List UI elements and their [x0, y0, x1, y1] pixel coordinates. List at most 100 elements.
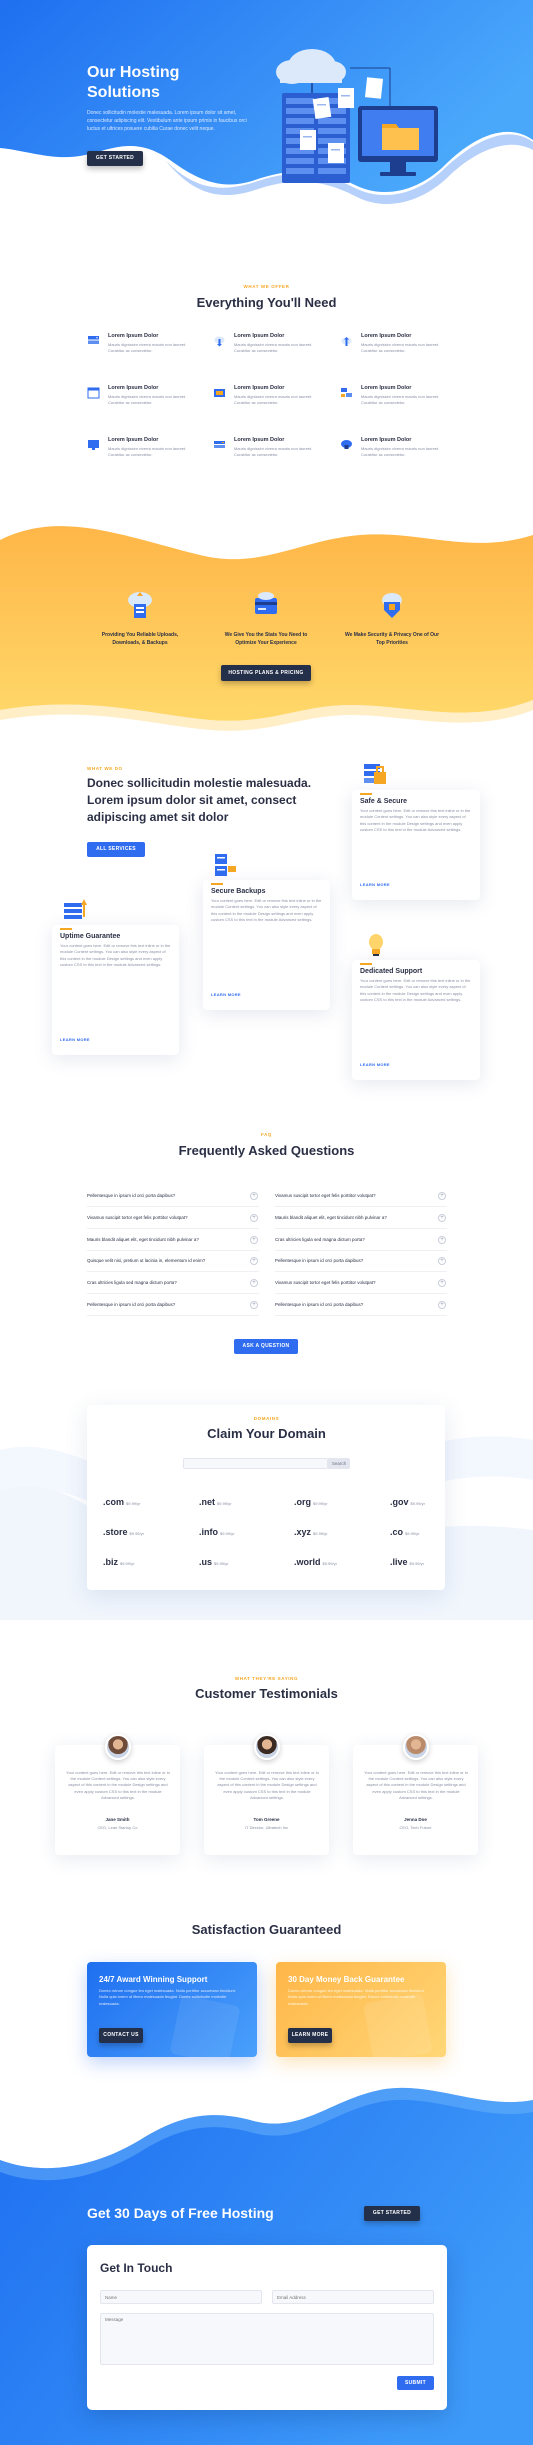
domain-tld[interactable]: .org $9.99/yr [294, 1497, 327, 1507]
testimonial-role: CEO, Lean Startup Co [97, 1825, 138, 1830]
feature-desc: Mauris dignissim viverra mauris non laor… [361, 342, 440, 353]
hero-description: Donec sollicitudin molestie malesuada. L… [87, 110, 247, 132]
hero-background [0, 0, 533, 205]
plus-icon[interactable]: + [438, 1213, 446, 1222]
faq-item[interactable]: Pellentesque in ipsum id orci porta dapi… [87, 1296, 259, 1316]
avatar [403, 1734, 429, 1760]
tld-name: .us [199, 1557, 213, 1567]
about-title: Donec sollicitudin molestie malesuada. L… [87, 776, 312, 824]
faq-item[interactable]: Vivamus suscipit tortor eget felis portt… [87, 1209, 259, 1229]
secure-cloud-icon [378, 590, 406, 629]
plus-icon[interactable]: + [250, 1235, 258, 1244]
faq-item[interactable]: Quisque velit nisi, pretium ut lacinia i… [87, 1252, 259, 1273]
domain-tld[interactable]: .biz $9.99/yr [103, 1557, 134, 1567]
domain-tld[interactable]: .world $9.99/yr [294, 1557, 337, 1567]
all-services-button[interactable]: ALL SERVICES [87, 842, 145, 857]
feature-item: Lorem Ipsum Dolor Mauris dignissim viverr… [340, 437, 445, 471]
testimonial-card: Your content goes here. Edit or remove t… [204, 1734, 329, 1855]
name-field[interactable] [100, 2290, 262, 2304]
tld-price: $9.99/yr [322, 1561, 337, 1566]
domain-tld[interactable]: .live $9.99/yr [390, 1557, 424, 1567]
faq-question: Vivamus suscipit tortor eget felis portt… [87, 1214, 188, 1220]
domain-tld[interactable]: .us $9.99/yr [199, 1557, 228, 1567]
band-item-label: We Give You the Stats You Need to Optimi… [224, 632, 308, 646]
learn-more-link[interactable]: LEARN MORE [60, 1037, 90, 1042]
plus-icon[interactable]: + [438, 1301, 446, 1309]
feature-desc: Mauris dignissim viverra mauris non laor… [108, 446, 187, 457]
service-card-divider [60, 928, 72, 930]
domain-tld[interactable]: .store $9.99/yr [103, 1527, 144, 1537]
tld-price: $9.99/yr [217, 1501, 232, 1506]
learn-more-link[interactable]: LEARN MORE [360, 1062, 390, 1067]
feature-item: Lorem Ipsum Dolor Mauris dignissim viverr… [213, 437, 318, 471]
footer-get-started-button[interactable]: GET STARTED [364, 2206, 420, 2221]
plus-icon[interactable]: + [438, 1192, 446, 1200]
features-title: Everything You'll Need [196, 295, 337, 310]
tld-price: $9.99/yr [126, 1501, 141, 1506]
domain-tld[interactable]: .net $9.99/yr [199, 1497, 231, 1507]
faq-item[interactable]: Cras ultricies ligula sed magna dictum p… [275, 1231, 447, 1251]
plus-icon[interactable]: + [438, 1257, 446, 1266]
faq-item[interactable]: Cras ultricies ligula sed magna dictum p… [87, 1274, 259, 1295]
feature-desc: Mauris dignissim viverra mauris non laor… [234, 394, 313, 405]
feature-desc: Mauris dignissim viverra mauris non laor… [361, 394, 440, 405]
domain-tld[interactable]: .xyz $9.99/yr [294, 1527, 327, 1537]
plus-icon[interactable]: + [438, 1235, 446, 1244]
learn-more-link[interactable]: LEARN MORE [211, 992, 241, 997]
service-card-desc: Your content goes here. Edit or remove t… [360, 808, 471, 832]
plus-icon[interactable]: + [250, 1192, 258, 1200]
domain-tld[interactable]: .gov $9.99/yr [390, 1497, 425, 1507]
feature-title: Lorem Ipsum Dolor [108, 437, 159, 443]
faq-item[interactable]: Pellentesque in ipsum id orci porta dapi… [87, 1187, 259, 1207]
domain-tld[interactable]: .co $9.99/yr [390, 1527, 419, 1537]
plus-icon[interactable]: + [438, 1279, 446, 1288]
testimonial-name: Jenna Doe [404, 1817, 427, 1822]
plus-icon[interactable]: + [250, 1257, 258, 1266]
testimonials-title: Customer Testimonials [195, 1686, 338, 1701]
domain-search-button[interactable]: Search [328, 1458, 350, 1469]
feature-item: Lorem Ipsum Dolor Mauris dignissim viverr… [340, 385, 445, 419]
feature-title: Lorem Ipsum Dolor [234, 385, 285, 391]
message-field[interactable] [100, 2313, 434, 2365]
ask-question-button[interactable]: ASK A QUESTION [234, 1339, 298, 1354]
money-back-card-desc: Donec rutrum congue leo eget malesuada. … [288, 1988, 425, 2006]
feature-title: Lorem Ipsum Dolor [361, 333, 412, 339]
hero-get-started-button[interactable]: GET STARTED [87, 151, 143, 166]
tld-name: .co [390, 1527, 404, 1537]
testimonial-card: Your content goes here. Edit or remove t… [55, 1734, 180, 1855]
cloud-hosting-illustration [276, 49, 438, 183]
plus-icon[interactable]: + [250, 1279, 258, 1288]
tld-price: $9.99/yr [410, 1501, 425, 1506]
guarantee-title: Satisfaction Guaranteed [191, 1922, 342, 1937]
service-card-divider [360, 963, 372, 965]
faq-item[interactable]: Pellentesque in ipsum id orci porta dapi… [275, 1296, 447, 1316]
domain-search-input[interactable] [183, 1458, 328, 1469]
contact-title: Get In Touch [100, 2261, 173, 2275]
faq-item[interactable]: Pellentesque in ipsum id orci porta dapi… [275, 1252, 447, 1273]
faq-item[interactable]: Mauris blandit aliquet elit, eget tincid… [275, 1209, 447, 1229]
feature-item: Lorem Ipsum Dolor Mauris dignissim viverr… [87, 437, 192, 471]
testimonial-text: Your content goes here. Edit or remove t… [364, 1770, 468, 1800]
domain-tld[interactable]: .info $9.99/yr [199, 1527, 234, 1537]
features-eyebrow: WHAT WE OFFER [243, 284, 290, 289]
contact-form: Get In Touch SUBMIT [87, 2245, 447, 2410]
email-field[interactable] [272, 2290, 434, 2304]
submit-button[interactable]: SUBMIT [397, 2376, 434, 2390]
plus-icon[interactable]: + [250, 1301, 258, 1309]
learn-more-button[interactable]: LEARN MORE [288, 2028, 332, 2043]
feature-title: Lorem Ipsum Dolor [108, 333, 159, 339]
learn-more-link[interactable]: LEARN MORE [360, 882, 390, 887]
feature-title: Lorem Ipsum Dolor [361, 437, 412, 443]
contact-us-button[interactable]: CONTACT US [99, 2028, 143, 2043]
feature-title: Lorem Ipsum Dolor [361, 385, 412, 391]
plus-icon[interactable]: + [250, 1213, 258, 1222]
faq-question: Cras ultricies ligula sed magna dictum p… [87, 1280, 177, 1286]
money-back-card: 30 Day Money Back Guarantee Donec rutrum… [276, 1962, 446, 2057]
domain-tld[interactable]: .com $9.99/yr [103, 1497, 140, 1507]
faq-item[interactable]: Vivamus suscipit tortor eget felis portt… [275, 1187, 447, 1207]
hosting-plans-button[interactable]: HOSTING PLANS & PRICING [221, 665, 311, 681]
cloud-upload-icon [340, 334, 353, 346]
tld-price: $9.99/yr [220, 1531, 235, 1536]
faq-item[interactable]: Vivamus suscipit tortor eget felis portt… [275, 1274, 447, 1295]
faq-item[interactable]: Mauris blandit aliquet elit, eget tincid… [87, 1231, 259, 1251]
